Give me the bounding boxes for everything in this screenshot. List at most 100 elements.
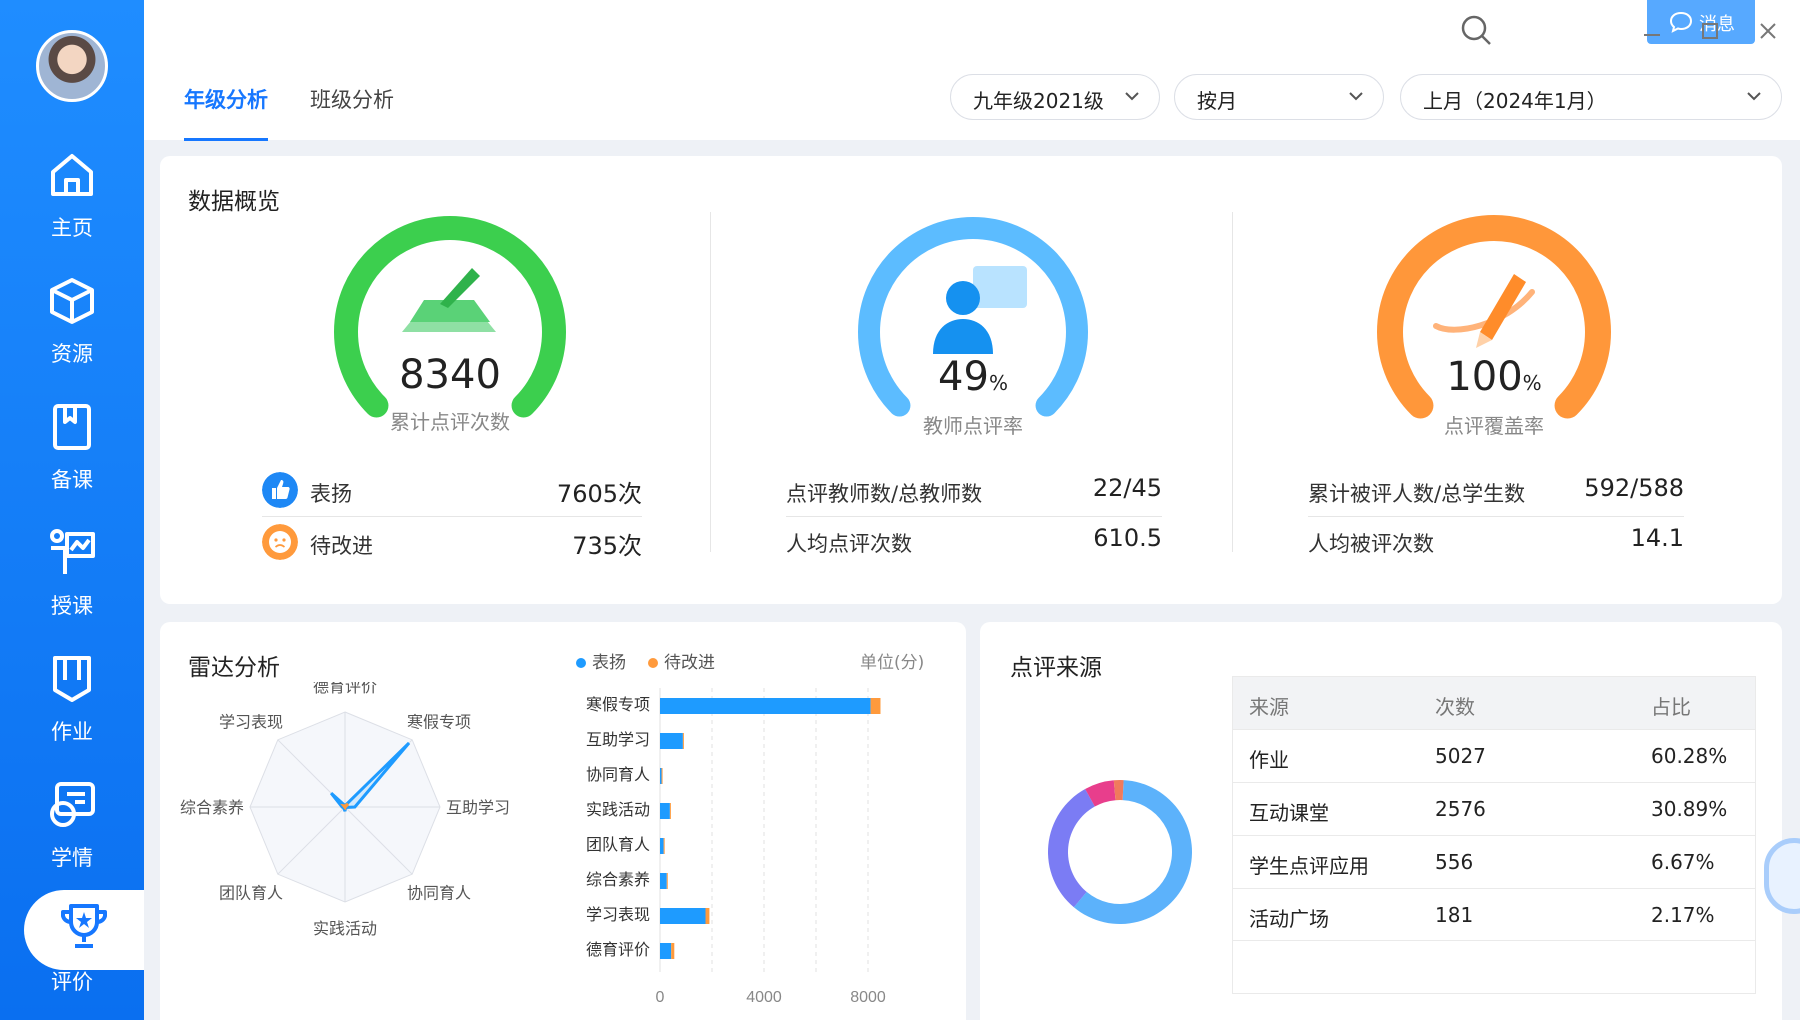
grade-select[interactable]: 九年级2021级 (950, 74, 1160, 120)
improve-stat: 待改进 735次 (310, 520, 642, 570)
radar-axis-label: 互助学习 (446, 799, 510, 817)
minimize-icon[interactable] (1632, 10, 1672, 50)
header: 年级分析 班级分析 九年级2021级 按月 上月（2024年1月） 消息 (144, 0, 1800, 140)
overview-card: 数据概览 8340 累计点评次数 表扬 7605次 待改进 735次 49% 教… (160, 156, 1782, 604)
cell-count: 556 (1435, 850, 1474, 874)
bar-improve (671, 943, 675, 959)
period-type-select[interactable]: 按月 (1174, 74, 1384, 120)
active-tab-indicator (184, 138, 268, 141)
sad-face-icon (262, 524, 298, 560)
bar-chart: 寒假专项互助学习协同育人实践活动团队育人综合素养学习表现德育评价 0 4000 800… (586, 688, 886, 1006)
column-header: 来源 (1249, 695, 1289, 719)
cell-source: 作业 (1249, 748, 1289, 772)
donut-slice (1048, 789, 1095, 908)
legend-improve: 待改进 (648, 648, 715, 673)
tab-grade-analysis[interactable]: 年级分析 (184, 84, 268, 114)
cube-icon (50, 278, 94, 324)
sidebar-item-label: 评价 (51, 970, 93, 994)
radar-series-1 (340, 802, 350, 811)
bar-praise (660, 768, 662, 784)
teacher-icon (933, 266, 1027, 354)
radar-axis-label: 德育评价 (313, 682, 377, 696)
sidebar-item-resource[interactable]: 资源 (0, 266, 144, 376)
sidebar-item-teach[interactable]: 授课 (0, 518, 144, 628)
gauge-number: 8340 (399, 352, 501, 398)
bar-category-label: 实践活动 (586, 801, 650, 819)
cell-source: 活动广场 (1249, 907, 1329, 931)
pencil-icon (1433, 274, 1535, 348)
review-count-gauge (334, 216, 566, 418)
donut-slice (1113, 780, 1124, 801)
close-icon[interactable] (1748, 10, 1788, 50)
pen-paper-icon (402, 268, 496, 332)
unit-label: 单位(分) (860, 653, 925, 673)
bar-tick-label: 0 (656, 989, 665, 1006)
search-icon[interactable] (1456, 10, 1496, 50)
bar-category-label: 综合素养 (586, 871, 650, 889)
radar-axis-label: 团队育人 (219, 885, 283, 903)
bar-praise (660, 908, 706, 924)
stat-value: 610.5 (1093, 524, 1162, 552)
legend-praise: 表扬 (576, 648, 626, 673)
legend-dot (576, 658, 586, 668)
table-header: 来源 次数 占比 (1233, 677, 1755, 729)
maximize-icon[interactable] (1690, 10, 1730, 50)
period-type-value: 按月 (1197, 89, 1237, 113)
stat-key: 点评教师数/总教师数 (786, 482, 983, 506)
sidebar-item-prepare[interactable]: 备课 (0, 392, 144, 502)
gauge-number: 100 (1446, 354, 1523, 400)
cell-percent: 6.67% (1651, 850, 1715, 874)
stat-key: 表扬 (310, 482, 352, 506)
trophy-icon (61, 904, 107, 948)
cell-percent: 2.17% (1651, 903, 1715, 927)
gauge-number: 49 (938, 354, 989, 400)
divider (1308, 516, 1684, 517)
stat-key: 累计被评人数/总学生数 (1308, 482, 1526, 506)
bar-improve (661, 768, 663, 784)
stat-value: 735次 (572, 532, 642, 560)
bar-category-label: 互助学习 (586, 731, 650, 749)
bar-improve (682, 733, 684, 749)
sidebar-item-evaluation[interactable] (24, 890, 144, 970)
chevron-down-icon (1747, 92, 1761, 101)
bar-improve (870, 698, 881, 714)
source-table: 来源 次数 占比 作业 5027 60.28% 互动课堂 2576 30.89%… (1232, 676, 1756, 994)
bar-praise (660, 838, 664, 854)
avg-reviewed-stat: 人均被评次数 14.1 (1308, 518, 1684, 568)
chevron-down-icon (1349, 92, 1363, 101)
stat-key: 待改进 (310, 534, 373, 558)
radar-chart: 德育评价寒假专项互助学习协同育人实践活动 团队育人 综合素养 学习表现 (180, 682, 510, 938)
bar-praise (660, 873, 667, 889)
sidebar-item-label: 主页 (51, 216, 93, 240)
divider (262, 516, 642, 517)
divider (786, 516, 1162, 517)
review-count-label: 累计点评次数 (390, 410, 510, 434)
radar-axis-label: 实践活动 (313, 920, 377, 938)
tab-class-analysis[interactable]: 班级分析 (310, 84, 394, 114)
thumbs-up-icon (262, 472, 298, 508)
sidebar: 主页 资源 备课 授课 作业 学情 评价 (0, 0, 144, 1020)
radar-axis-label: 寒假专项 (407, 712, 471, 731)
home-icon (51, 154, 93, 196)
stat-value: 14.1 (1630, 524, 1684, 552)
cell-source: 学生点评应用 (1249, 854, 1369, 878)
teacher-rate-value: 49% (823, 354, 1123, 400)
sidebar-item-home[interactable]: 主页 (0, 140, 144, 250)
gauge-unit: % (988, 371, 1008, 395)
cell-count: 5027 (1435, 744, 1486, 768)
sidebar-item-label: 备课 (51, 468, 93, 492)
bar-improve (663, 838, 665, 854)
avatar[interactable] (36, 30, 108, 102)
bar-improve (669, 803, 671, 819)
table-row: 学生点评应用 556 6.67% (1233, 835, 1755, 888)
bar-tick-label: 8000 (850, 989, 886, 1006)
coverage-label: 点评覆盖率 (1444, 414, 1544, 438)
sidebar-item-homework[interactable]: 作业 (0, 644, 144, 754)
bar-category-label: 协同育人 (586, 766, 650, 784)
stat-value: 22/45 (1092, 474, 1162, 502)
period-value: 上月（2024年1月） (1423, 89, 1607, 113)
bar-improve (666, 873, 668, 889)
period-select[interactable]: 上月（2024年1月） (1400, 74, 1782, 120)
cell-source: 互动课堂 (1249, 801, 1329, 825)
sidebar-item-learning[interactable]: 学情 (0, 770, 144, 880)
